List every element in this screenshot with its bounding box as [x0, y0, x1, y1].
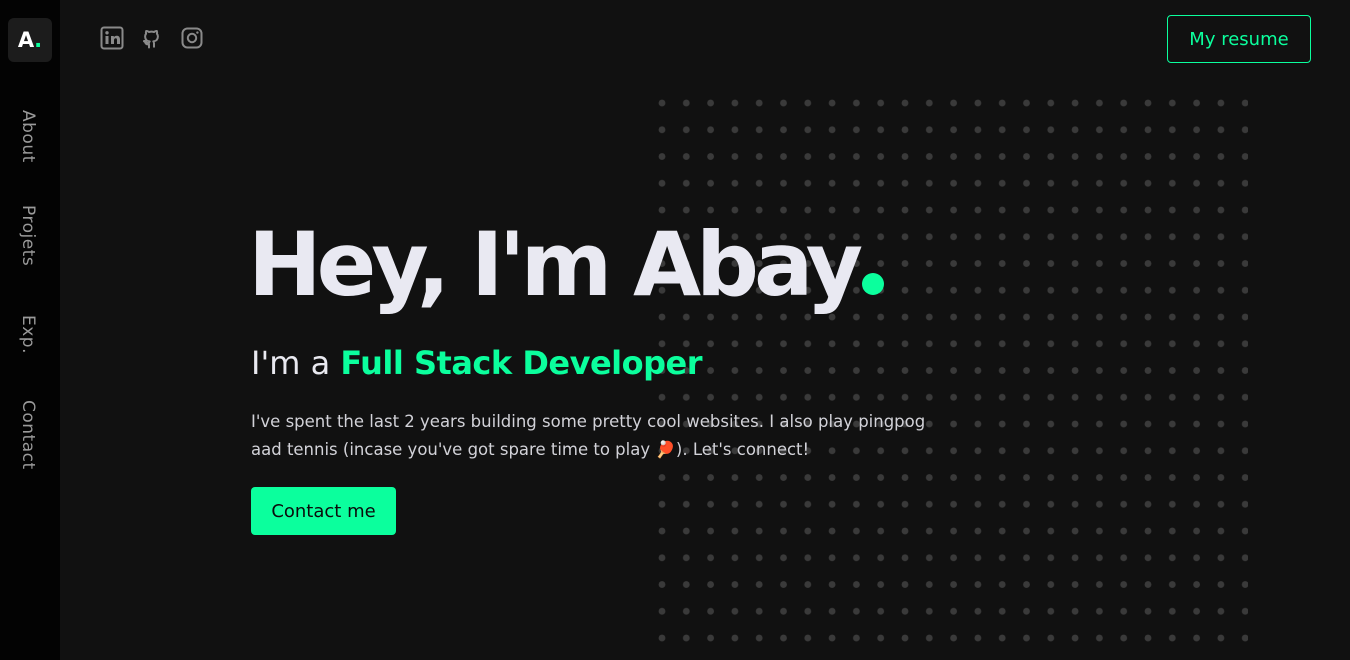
nav-exp[interactable]: Exp. [16, 315, 40, 355]
contact-button[interactable]: Contact me [251, 487, 396, 535]
hero-bio: I've spent the last 2 years building som… [251, 408, 951, 464]
resume-button[interactable]: My resume [1167, 15, 1311, 63]
accent-dot [862, 273, 885, 295]
bio-text-start: I've spent the last 2 years building som… [251, 412, 926, 459]
hero-title-text: Hey, I'm Abay [248, 213, 863, 316]
logo-letter: A [17, 28, 35, 52]
social-links [100, 26, 204, 50]
subtitle-prefix: I'm a [251, 344, 341, 382]
bio-text-end: ). Let's connect! [675, 440, 810, 459]
ping-pong-emoji: 🏓 [655, 440, 676, 459]
subtitle-role: Full Stack Developer [340, 344, 702, 382]
sidebar: A. About Projets Exp. Contact [0, 0, 60, 660]
hero-subtitle: I'm a Full Stack Developer [251, 344, 702, 382]
github-icon[interactable] [140, 26, 164, 50]
nav-contact[interactable]: Contact [16, 400, 40, 472]
logo[interactable]: A. [8, 18, 52, 62]
nav-projets[interactable]: Projets [16, 205, 40, 269]
nav-about[interactable]: About [16, 110, 40, 170]
logo-dot: . [34, 28, 43, 52]
linkedin-icon[interactable] [100, 26, 124, 50]
hero-title: Hey, I'm Abay [248, 212, 885, 318]
dot-grid-decoration [656, 98, 1248, 642]
instagram-icon[interactable] [180, 26, 204, 50]
